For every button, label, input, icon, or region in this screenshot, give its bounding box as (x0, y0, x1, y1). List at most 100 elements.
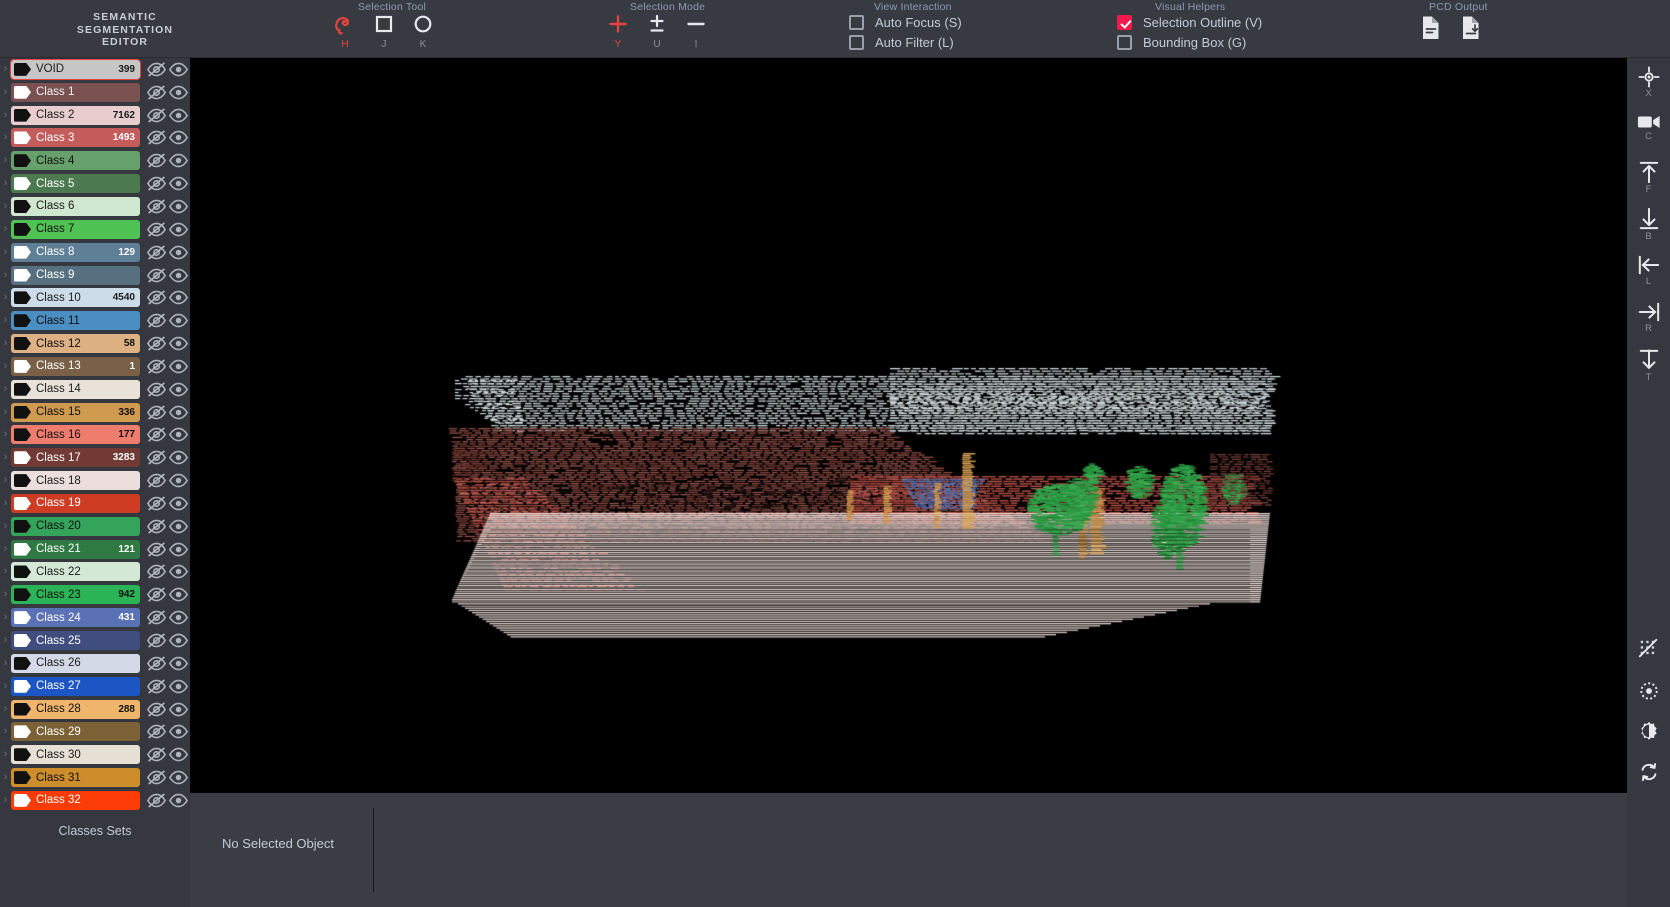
class-row[interactable]: › Class 20 (0, 515, 190, 538)
class-color-swatch[interactable] (14, 679, 31, 693)
class-chip[interactable]: Class 23 942 (11, 585, 140, 605)
toggle-mode-button[interactable]: U (635, 12, 679, 50)
eye-icon[interactable] (167, 313, 189, 328)
class-row[interactable]: › Class 6 (0, 195, 190, 218)
class-color-swatch[interactable] (14, 702, 31, 716)
chevron-right-icon[interactable]: › (0, 178, 11, 189)
selection-outline-checkbox-box[interactable] (1117, 15, 1132, 30)
class-chip[interactable]: Class 19 (11, 493, 140, 513)
eye-icon[interactable] (167, 724, 189, 739)
eye-off-icon[interactable] (145, 519, 167, 534)
class-row[interactable]: › Class 13 1 (0, 355, 190, 378)
class-chip[interactable]: Class 27 (11, 676, 140, 696)
class-row[interactable]: › Class 16 177 (0, 424, 190, 447)
eye-icon[interactable] (167, 450, 189, 465)
chevron-right-icon[interactable]: › (0, 452, 11, 463)
add-mode-button[interactable]: Y (596, 12, 640, 50)
back-view-button[interactable]: B (1627, 207, 1670, 242)
eye-icon[interactable] (167, 290, 189, 305)
class-row[interactable]: › Class 5 (0, 172, 190, 195)
class-color-swatch[interactable] (14, 199, 31, 213)
class-color-swatch[interactable] (14, 405, 31, 419)
class-color-swatch[interactable] (14, 748, 31, 762)
class-chip[interactable]: Class 28 288 (11, 699, 140, 719)
class-color-swatch[interactable] (14, 634, 31, 648)
eye-icon[interactable] (167, 679, 189, 694)
class-chip[interactable]: VOID 399 (10, 58, 141, 80)
class-color-swatch[interactable] (14, 108, 31, 122)
eye-icon[interactable] (167, 382, 189, 397)
chevron-right-icon[interactable]: › (0, 223, 11, 235)
class-color-swatch[interactable] (14, 428, 31, 442)
class-chip[interactable]: Class 5 (11, 174, 140, 194)
eye-off-icon[interactable] (145, 290, 167, 305)
chevron-right-icon[interactable]: › (0, 292, 11, 303)
class-color-swatch[interactable] (14, 359, 31, 373)
eye-off-icon[interactable] (145, 268, 167, 283)
auto-filter-checkbox[interactable]: Auto Filter (L) (849, 35, 954, 50)
class-row[interactable]: › Class 30 (0, 743, 190, 766)
eye-off-icon[interactable] (145, 176, 167, 191)
chevron-right-icon[interactable]: › (0, 155, 11, 166)
chevron-right-icon[interactable]: › (0, 429, 11, 440)
point-cloud-viewport[interactable] (190, 58, 1627, 793)
class-color-swatch[interactable] (14, 62, 31, 76)
class-color-swatch[interactable] (14, 177, 31, 191)
chevron-right-icon[interactable]: › (0, 269, 11, 281)
chevron-right-icon[interactable]: › (0, 635, 11, 646)
chevron-right-icon[interactable]: › (0, 132, 11, 143)
eye-icon[interactable] (167, 62, 189, 77)
eye-off-icon[interactable] (145, 199, 167, 214)
eye-icon[interactable] (167, 336, 189, 351)
eye-icon[interactable] (167, 542, 189, 557)
class-color-swatch[interactable] (14, 382, 31, 396)
eye-icon[interactable] (167, 473, 189, 488)
eye-off-icon[interactable] (145, 770, 167, 785)
chevron-right-icon[interactable]: › (0, 657, 11, 669)
class-row[interactable]: › Class 29 (0, 720, 190, 743)
eye-off-icon[interactable] (145, 564, 167, 579)
eye-off-icon[interactable] (145, 679, 167, 694)
class-row[interactable]: › Class 28 288 (0, 698, 190, 721)
eye-icon[interactable] (167, 770, 189, 785)
eye-icon[interactable] (167, 656, 189, 671)
point-focus-button[interactable] (1627, 680, 1670, 702)
classes-sets-button[interactable]: Classes Sets (0, 824, 190, 838)
eye-off-icon[interactable] (145, 610, 167, 625)
chevron-right-icon[interactable]: › (0, 703, 11, 715)
class-chip[interactable]: Class 30 (11, 745, 140, 765)
eye-off-icon[interactable] (145, 336, 167, 351)
right-view-button[interactable]: R (1627, 301, 1670, 334)
eye-off-icon[interactable] (145, 382, 167, 397)
chevron-right-icon[interactable]: › (0, 772, 11, 783)
eye-icon[interactable] (167, 153, 189, 168)
class-chip[interactable]: Class 12 58 (11, 334, 140, 354)
class-chip[interactable]: Class 10 4540 (11, 288, 140, 308)
class-row[interactable]: › Class 24 431 (0, 606, 190, 629)
chevron-right-icon[interactable]: › (0, 63, 11, 75)
eye-off-icon[interactable] (145, 587, 167, 602)
chevron-right-icon[interactable]: › (0, 246, 11, 258)
reset-view-button[interactable]: X (1627, 66, 1670, 99)
class-row[interactable]: › Class 4 (0, 149, 190, 172)
chevron-right-icon[interactable]: › (0, 475, 11, 486)
class-chip[interactable]: Class 6 (11, 196, 140, 216)
class-chip[interactable]: Class 31 (11, 768, 140, 788)
class-chip[interactable]: Class 8 129 (11, 242, 140, 262)
class-row[interactable]: › Class 9 (0, 264, 190, 287)
class-chip[interactable]: Class 4 (11, 151, 140, 171)
class-row[interactable]: › Class 27 (0, 675, 190, 698)
class-chip[interactable]: Class 11 (11, 311, 140, 331)
chevron-right-icon[interactable]: › (0, 338, 11, 349)
class-row[interactable]: › Class 7 (0, 218, 190, 241)
chevron-right-icon[interactable]: › (0, 497, 11, 509)
class-color-swatch[interactable] (14, 725, 31, 739)
pcd-file-button[interactable] (1420, 15, 1442, 46)
class-chip[interactable]: Class 16 177 (11, 425, 140, 445)
eye-icon[interactable] (167, 519, 189, 534)
selection-outline-checkbox[interactable]: Selection Outline (V) (1117, 15, 1262, 30)
class-row[interactable]: › Class 15 336 (0, 401, 190, 424)
eye-off-icon[interactable] (145, 633, 167, 648)
class-color-swatch[interactable] (14, 245, 31, 259)
eye-icon[interactable] (167, 405, 189, 420)
